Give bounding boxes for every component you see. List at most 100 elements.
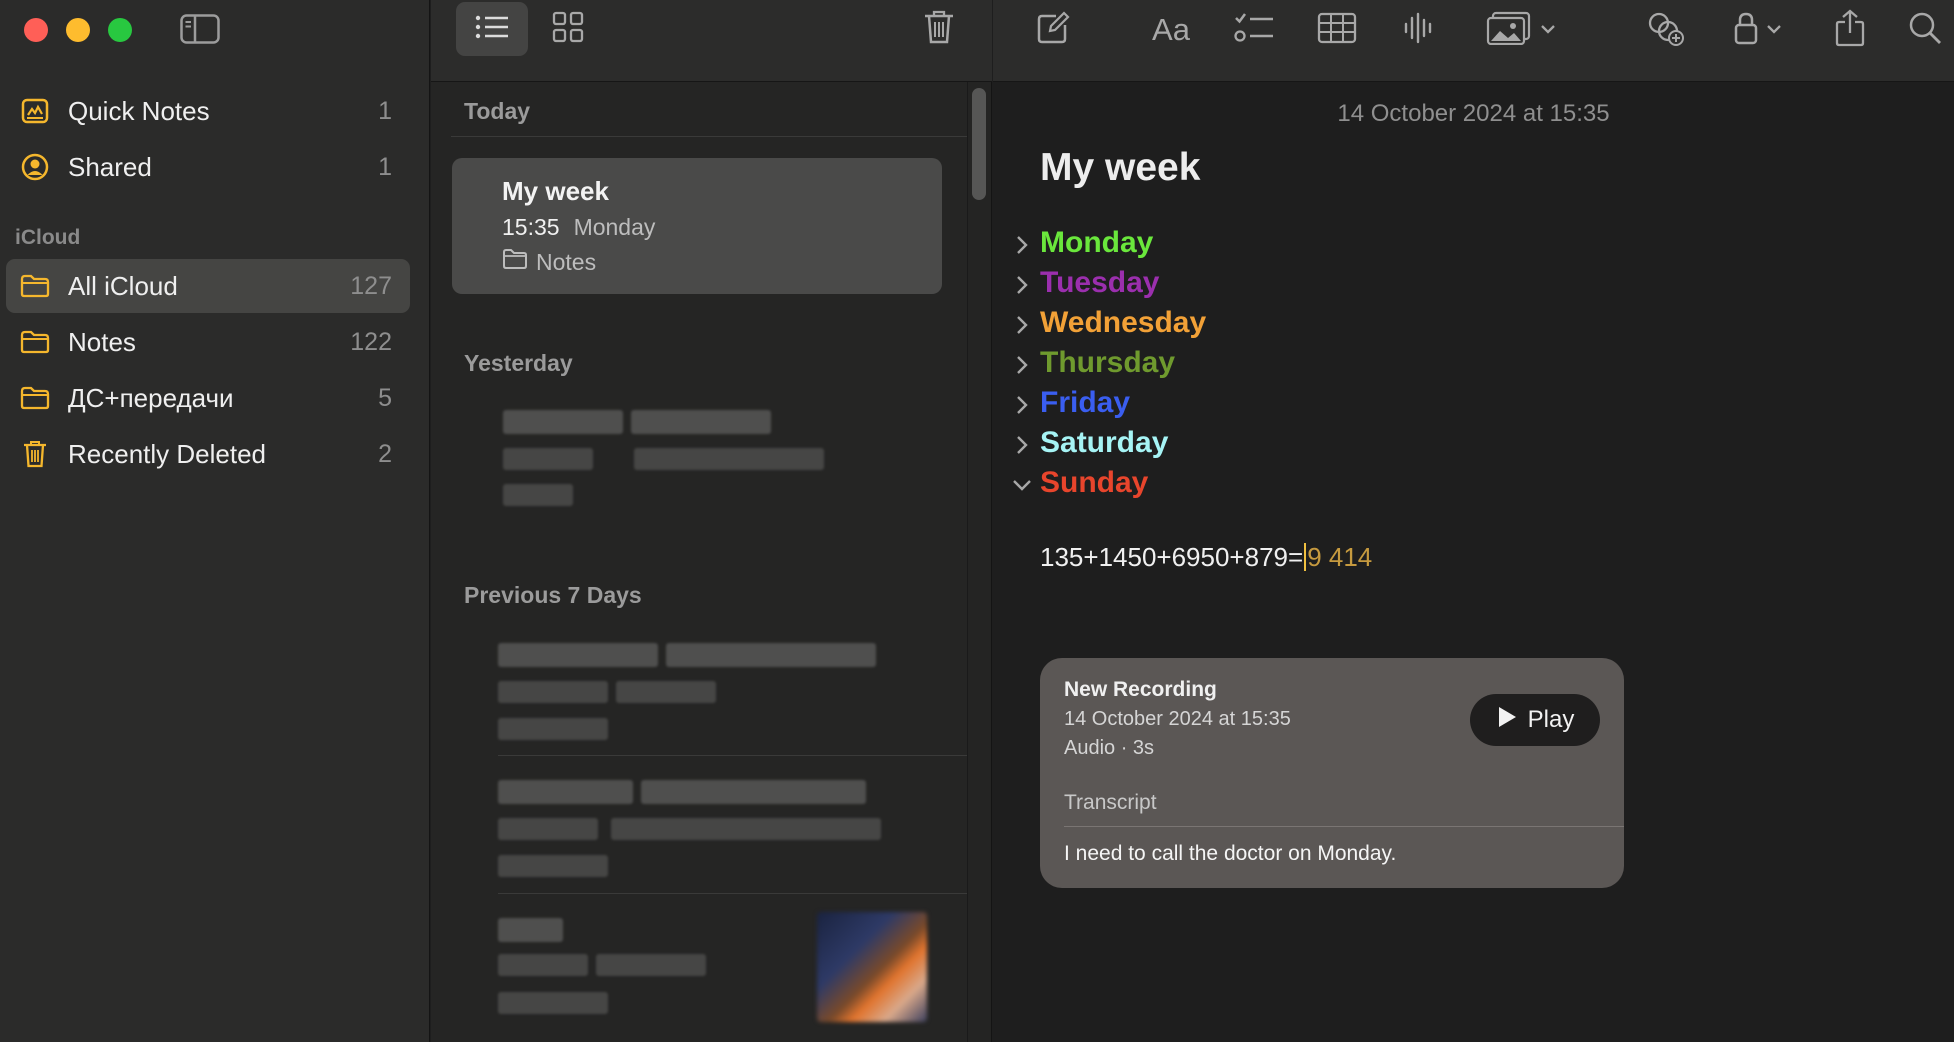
format-text-button[interactable]: Aa: [1148, 10, 1194, 50]
chevron-down-icon: [1540, 21, 1556, 39]
transcript-divider: [1064, 826, 1624, 827]
sidebar-item-count: 127: [350, 271, 392, 300]
note-list-scrollbar[interactable]: [967, 82, 991, 1042]
chevron-down-icon: [1766, 21, 1782, 39]
note-title: My week: [502, 176, 609, 206]
note-list: Today My week 15:35 Monday Notes Yesterda…: [431, 0, 992, 1042]
recording-date: 14 October 2024 at 15:35: [1064, 708, 1291, 730]
compose-button[interactable]: [1033, 10, 1073, 50]
folder-icon: [502, 248, 528, 276]
collaborate-link-icon: [1646, 9, 1686, 52]
note-folder: Notes: [502, 248, 596, 276]
text-cursor: [1304, 543, 1307, 571]
sidebar-item-all-icloud[interactable]: All iCloud 127: [6, 259, 410, 313]
sidebar-item-shared[interactable]: Shared 1: [6, 140, 410, 194]
audio-record-button[interactable]: [1401, 10, 1437, 50]
search-icon: [1908, 11, 1942, 50]
note-meta: 15:35 Monday: [502, 214, 655, 241]
close-window-button[interactable]: [24, 18, 48, 42]
note-editor: Aa 14 October 2024 at 15:35 My week Mond…: [993, 0, 1954, 1042]
play-icon: [1496, 705, 1518, 736]
sidebar-item-quick-notes[interactable]: Quick Notes 1: [6, 84, 410, 138]
sidebar-item-count: 122: [350, 327, 392, 356]
math-expression-text: 135+1450+6950+879=: [1040, 542, 1304, 572]
chevron-right-icon[interactable]: [1011, 354, 1033, 376]
shared-person-icon: [20, 152, 50, 182]
audio-recording-card[interactable]: New Recording 14 October 2024 at 15:35 A…: [1040, 658, 1624, 888]
checklist-button[interactable]: [1233, 10, 1275, 50]
list-view-button[interactable]: [456, 2, 528, 56]
sidebar: Quick Notes 1 Shared 1 iCloud All iCloud…: [0, 0, 430, 1042]
group-header-yesterday: Yesterday: [464, 350, 573, 376]
collaborate-button[interactable]: [1645, 10, 1687, 50]
folder-icon: [20, 271, 50, 301]
day-heading-tuesday[interactable]: Tuesday: [1040, 266, 1160, 300]
sidebar-item-label: All iCloud: [68, 270, 178, 301]
quick-notes-icon: [20, 96, 50, 126]
play-label: Play: [1527, 706, 1575, 733]
group-divider: [451, 136, 969, 137]
sidebar-item-label: Recently Deleted: [68, 438, 266, 469]
folder-icon: [20, 327, 50, 357]
lock-icon: [1734, 11, 1758, 50]
recording-meta: Audio · 3s: [1064, 737, 1155, 759]
sidebar-item-recently-deleted[interactable]: Recently Deleted 2: [6, 427, 410, 481]
checklist-icon: [1234, 11, 1274, 50]
day-heading-monday[interactable]: Monday: [1040, 226, 1153, 260]
math-result: 9 414: [1307, 542, 1373, 572]
group-header-today: Today: [464, 98, 531, 124]
sidebar-item-count: 2: [378, 439, 392, 468]
transcript-label: Transcript: [1064, 791, 1157, 814]
chevron-right-icon[interactable]: [1011, 434, 1033, 456]
group-header-previous-7-days: Previous 7 Days: [464, 582, 642, 608]
recording-title: New Recording: [1064, 678, 1217, 701]
editor-toolbar: Aa: [993, 0, 1954, 82]
search-button[interactable]: [1908, 10, 1942, 50]
gallery-view-button[interactable]: [532, 2, 604, 56]
chevron-down-icon[interactable]: [1011, 474, 1033, 496]
sidebar-item-ds-peredachi[interactable]: ДС+передачи 5: [6, 371, 410, 425]
sidebar-item-count: 1: [378, 96, 392, 125]
gallery-grid-icon: [552, 11, 584, 48]
chevron-right-icon[interactable]: [1011, 274, 1033, 296]
zoom-window-button[interactable]: [108, 18, 132, 42]
folder-icon: [20, 383, 50, 413]
day-heading-friday[interactable]: Friday: [1040, 386, 1130, 420]
day-heading-saturday[interactable]: Saturday: [1040, 426, 1168, 460]
sidebar-item-label: Shared: [68, 151, 152, 182]
note-folder-label: Notes: [536, 248, 597, 275]
sidebar-item-label: Quick Notes: [68, 95, 210, 126]
sidebar-item-count: 1: [378, 152, 392, 181]
day-heading-sunday[interactable]: Sunday: [1040, 466, 1148, 500]
table-icon: [1317, 12, 1357, 49]
lock-button[interactable]: [1730, 10, 1786, 50]
media-button[interactable]: [1483, 10, 1559, 50]
note-list-item-selected[interactable]: My week 15:35 Monday Notes: [452, 158, 942, 294]
play-button[interactable]: Play: [1470, 694, 1600, 746]
window-controls: [24, 18, 132, 42]
math-expression[interactable]: 135+1450+6950+879= 9 414: [1040, 542, 1372, 573]
sidebar-item-count: 5: [378, 383, 392, 412]
chevron-right-icon[interactable]: [1011, 314, 1033, 336]
sidebar-item-label: ДС+передачи: [68, 382, 234, 413]
day-heading-thursday[interactable]: Thursday: [1040, 346, 1175, 380]
note-heading[interactable]: My week: [1040, 146, 1200, 190]
sidebar-toggle-icon[interactable]: [180, 14, 220, 44]
note-thumbnail-image: [817, 912, 927, 1022]
transcript-text: I need to call the doctor on Monday.: [1064, 842, 1397, 865]
sidebar-section-icloud: iCloud: [15, 226, 81, 249]
list-view-icon: [475, 14, 509, 45]
note-time: 15:35: [502, 214, 560, 240]
delete-note-button[interactable]: [903, 2, 975, 56]
minimize-window-button[interactable]: [66, 18, 90, 42]
list-divider: [498, 893, 968, 894]
trash-icon: [20, 439, 50, 469]
note-list-scroll-thumb[interactable]: [972, 88, 986, 200]
chevron-right-icon[interactable]: [1011, 234, 1033, 256]
table-button[interactable]: [1316, 10, 1358, 50]
note-list-toolbar: [431, 0, 992, 82]
share-button[interactable]: [1834, 8, 1866, 50]
day-heading-wednesday[interactable]: Wednesday: [1040, 306, 1206, 340]
sidebar-item-notes[interactable]: Notes 122: [6, 315, 410, 369]
chevron-right-icon[interactable]: [1011, 394, 1033, 416]
